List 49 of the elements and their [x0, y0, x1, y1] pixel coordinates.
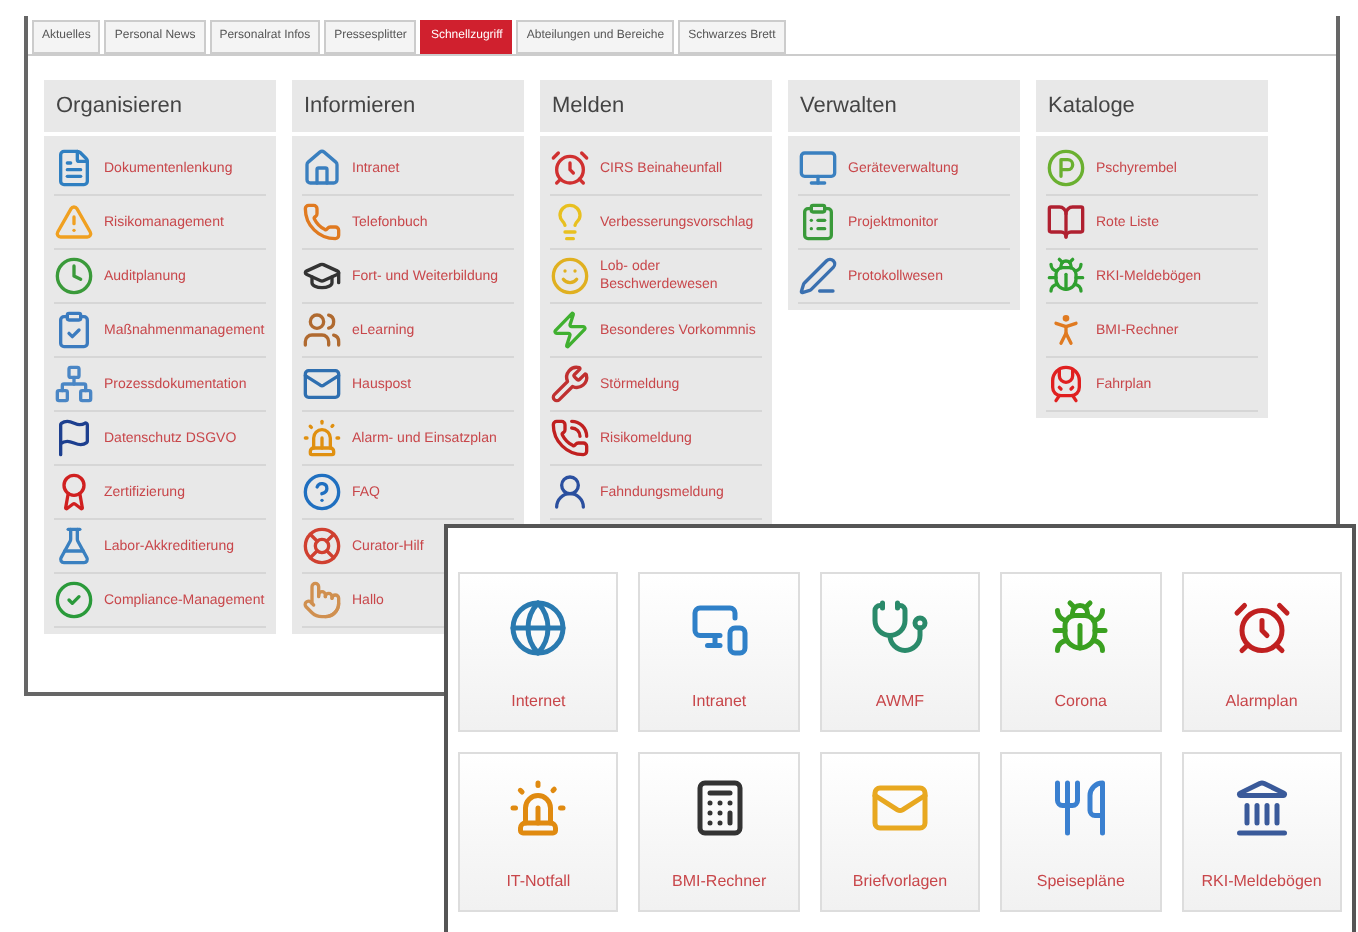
- siren-icon: [302, 418, 342, 458]
- shortcut-tile[interactable]: RKI-Meldebögen: [1181, 752, 1342, 912]
- smiley-icon: [550, 256, 590, 296]
- column-header: Melden: [540, 80, 772, 132]
- globe-icon: [508, 598, 569, 658]
- computer-icon: [798, 148, 838, 188]
- mail-icon: [302, 364, 342, 404]
- shortcut-tile[interactable]: Internet: [458, 572, 619, 732]
- virus-icon: [1050, 598, 1111, 658]
- shortcut-tile[interactable]: Corona: [1000, 572, 1162, 732]
- phone-icon: [550, 418, 590, 458]
- parking-circle-icon: [1046, 148, 1086, 188]
- shortcut-tile[interactable]: AWMF: [819, 572, 981, 732]
- shortcut-tile[interactable]: Alarmplan: [1181, 572, 1342, 732]
- pen-icon: [798, 256, 838, 296]
- flask-icon: [54, 526, 94, 566]
- column-header: Organisieren: [44, 80, 276, 132]
- document-icon: [54, 148, 94, 188]
- shortcut-tile[interactable]: IT-Notfall: [458, 752, 619, 912]
- column-header: Verwalten: [788, 80, 1020, 132]
- alarm-clock-icon: [1231, 598, 1292, 658]
- book-icon: [1046, 202, 1086, 242]
- flag-icon: [54, 418, 94, 458]
- shortcut-tile[interactable]: Intranet: [638, 572, 800, 732]
- pointer-icon: [302, 580, 342, 620]
- help-icon: [302, 472, 342, 512]
- wrench-icon: [550, 364, 590, 404]
- checklist-icon: [54, 310, 94, 350]
- lifebuoy-icon: [302, 526, 342, 566]
- column-header: Kataloge: [1036, 80, 1268, 132]
- alarm-clock-icon: [550, 148, 590, 188]
- list-icon: [798, 202, 838, 242]
- bacteria-icon: [1046, 256, 1086, 296]
- house-icon: [302, 148, 342, 188]
- person-icon: [550, 472, 590, 512]
- train-icon: [1046, 364, 1086, 404]
- column-header: Informieren: [292, 80, 524, 132]
- people-icon: [302, 310, 342, 350]
- shortcut-tile[interactable]: BMI-Rechner: [638, 752, 800, 912]
- shortcut-tile[interactable]: Speisepläne: [1000, 752, 1162, 912]
- lightning-icon: [550, 310, 590, 350]
- shortcut-tile[interactable]: Briefvorlagen: [819, 752, 981, 912]
- phone-icon: [302, 202, 342, 242]
- hierarchy-icon: [54, 364, 94, 404]
- warning-icon: [54, 202, 94, 242]
- clock-icon: [54, 256, 94, 296]
- cutlery-icon: [1050, 778, 1111, 838]
- siren-icon: [508, 778, 569, 838]
- check-circle-icon: [54, 580, 94, 620]
